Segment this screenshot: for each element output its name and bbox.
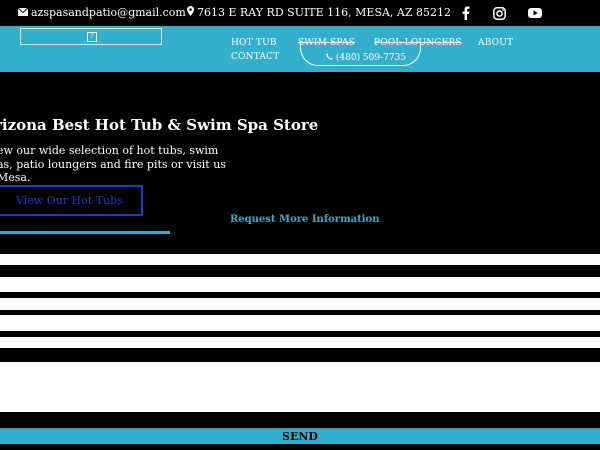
form-field-1[interactable] (0, 254, 600, 265)
form-field-3[interactable] (0, 298, 600, 310)
form-field-4[interactable] (0, 315, 600, 331)
nav-hot-tub[interactable]: HOT TUB (231, 38, 277, 48)
address-link[interactable]: 7613 E RAY RD SUITE 116, MESA, AZ 85212 (187, 6, 451, 19)
phone-icon (326, 53, 336, 63)
nav-contact[interactable]: CONTACT (231, 52, 279, 62)
top-bar: azspasandpatio@gmail.com 7613 E RAY RD S… (0, 0, 600, 26)
address-text: 7613 E RAY RD SUITE 116, MESA, AZ 85212 (197, 6, 451, 19)
hero-paragraph: ew our wide selection of hot tubs, swim … (0, 144, 226, 184)
logo-link[interactable]: ? (20, 28, 162, 45)
message-textarea[interactable] (0, 362, 600, 412)
form-field-2[interactable] (0, 277, 600, 292)
nav-about[interactable]: ABOUT (478, 38, 513, 48)
form-field-5[interactable] (0, 337, 600, 348)
hero-title: rizona Best Hot Tub & Swim Spa Store (0, 116, 319, 134)
request-info-link[interactable]: Request More Information (230, 214, 380, 225)
send-button[interactable]: SEND (0, 428, 600, 444)
email-link[interactable]: azspasandpatio@gmail.com (17, 6, 186, 19)
phone-link[interactable]: (480) 509-7735 (326, 53, 406, 63)
view-hot-tubs-button[interactable]: View Our Hot Tubs (0, 185, 143, 216)
instagram-icon[interactable] (490, 4, 508, 22)
facebook-icon[interactable] (457, 4, 475, 22)
youtube-icon[interactable] (526, 4, 544, 22)
hero-divider (0, 231, 170, 234)
envelope-icon (17, 7, 29, 19)
phone-number: (480) 509-7735 (335, 53, 407, 63)
broken-image-icon: ? (87, 32, 97, 42)
email-text: azspasandpatio@gmail.com (31, 6, 186, 19)
map-pin-icon (187, 6, 194, 19)
